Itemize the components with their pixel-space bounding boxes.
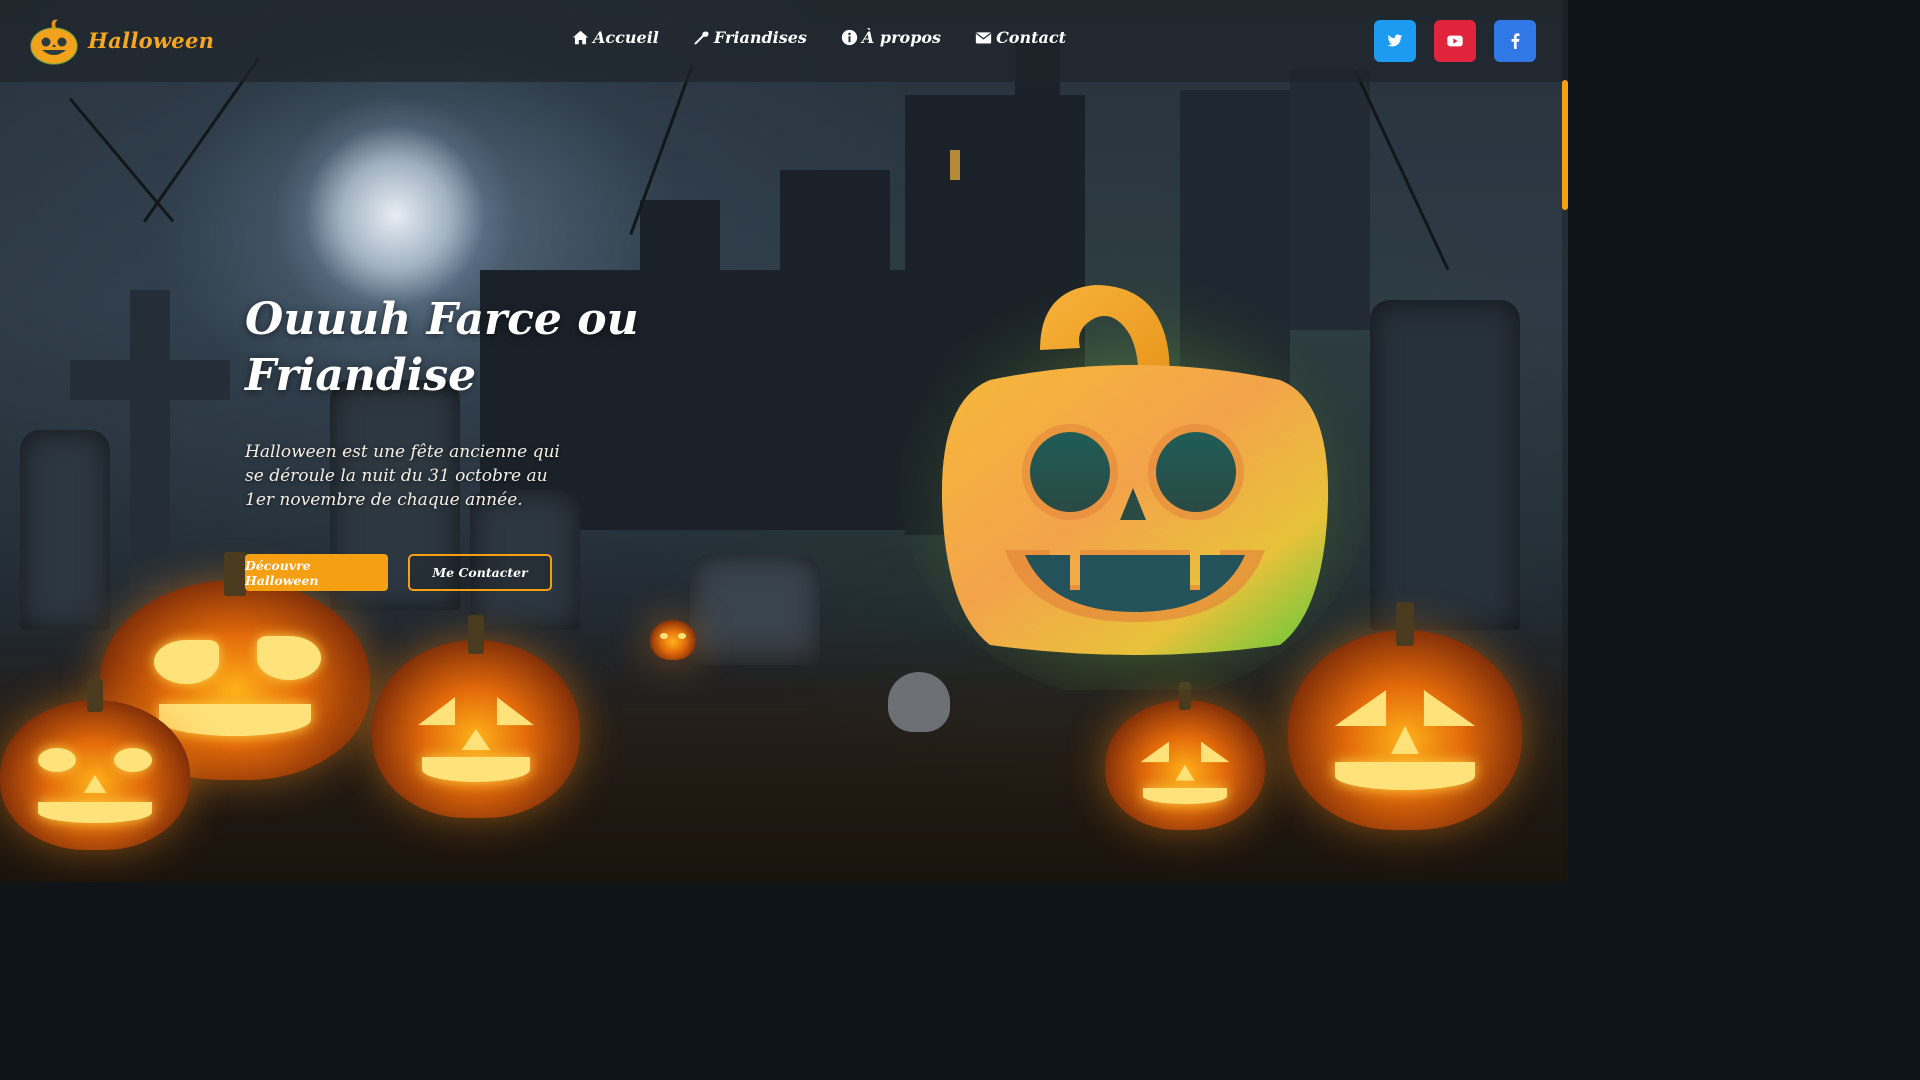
brand[interactable]: Halloween <box>28 14 214 66</box>
nav-item-label: Friandises <box>713 28 807 47</box>
cross-tombstone-arm <box>70 360 230 400</box>
twitter-button[interactable] <box>1374 20 1416 62</box>
facebook-button[interactable] <box>1494 20 1536 62</box>
scrollbar[interactable] <box>1562 0 1568 882</box>
tree-branch <box>142 57 261 223</box>
jack-o-lantern <box>0 679 190 850</box>
scrollbar-thumb[interactable] <box>1562 80 1568 210</box>
twitter-icon <box>1387 34 1403 47</box>
hero-description: Halloween est une fête ancienne qui se d… <box>245 442 560 510</box>
hero-pumpkin-illustration <box>900 270 1370 690</box>
hero-title-line2: Friandise <box>245 350 477 401</box>
nav-links: Accueil Friandises À propos Contact <box>572 28 1066 47</box>
nav-item-accueil[interactable]: Accueil <box>572 28 659 47</box>
castle-window <box>950 150 960 180</box>
envelope-icon <box>975 32 992 44</box>
nav-item-label: À propos <box>861 28 942 47</box>
tombstone <box>20 430 110 630</box>
youtube-button[interactable] <box>1434 20 1476 62</box>
discover-halloween-button[interactable]: Découvre Halloween <box>245 554 388 591</box>
facebook-icon <box>1511 33 1520 49</box>
brand-name: Halloween <box>88 27 215 53</box>
hero-title-line1: Ouuuh Farce ou <box>245 294 639 345</box>
page: Halloween Accueil Friandises À propos Co… <box>0 0 1568 882</box>
home-icon <box>572 30 589 45</box>
castle-wing <box>780 170 890 370</box>
social-links <box>1374 20 1536 62</box>
pumpkin-logo-icon <box>30 19 78 65</box>
nav-item-label: Contact <box>996 28 1066 47</box>
jack-o-lantern <box>1105 681 1265 830</box>
jack-o-lantern <box>372 615 580 818</box>
hero-title: Ouuuh Farce ou Friandise <box>245 292 665 404</box>
tombstone <box>1370 300 1520 630</box>
nav-item-contact[interactable]: Contact <box>975 28 1066 47</box>
youtube-icon <box>1447 35 1463 47</box>
jack-o-lantern <box>650 620 696 660</box>
nav-item-a-propos[interactable]: À propos <box>841 28 941 47</box>
nav-item-label: Accueil <box>593 28 659 47</box>
cross-tombstone <box>130 290 170 590</box>
tree-branch <box>68 97 175 223</box>
nav-item-friandises[interactable]: Friandises <box>693 28 807 47</box>
info-icon <box>841 29 858 46</box>
candy-icon <box>694 31 709 45</box>
navbar: Halloween Accueil Friandises À propos Co… <box>0 0 1568 82</box>
hero-section: Ouuuh Farce ou Friandise Halloween est u… <box>245 292 665 512</box>
contact-me-button[interactable]: Me Contacter <box>408 554 552 591</box>
